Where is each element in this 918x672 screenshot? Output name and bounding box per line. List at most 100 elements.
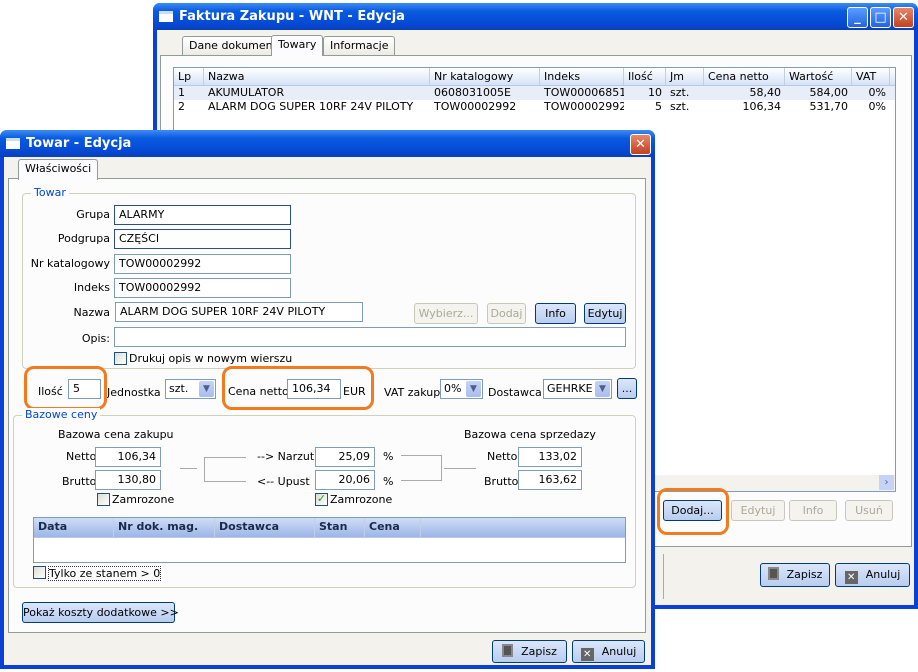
opis-label: Opis: [81,332,110,345]
zamrozone-narzut-label: Zamrozone [330,493,393,506]
table-cell: 58,40 [749,86,782,99]
faktura-titlebar[interactable]: Faktura Zakupu - WNT - Edycja _ □ ✕ [153,3,918,30]
podgrupa-field[interactable]: CZĘŚCI [114,229,291,249]
save-button[interactable]: Zapisz [492,640,567,663]
window-title: Faktura Zakupu - WNT - Edycja [179,9,405,24]
chevron-down-icon: ▼ [466,381,481,397]
table-row[interactable]: 2 ALARM DOG SUPER 10RF 24V PILOTY TOW00002… [174,100,895,114]
edit-item-button[interactable]: Edytuj [731,500,785,521]
tab-informacje[interactable]: Informacje [323,36,396,55]
cancel-button[interactable]: ✕ Anuluj [835,563,910,587]
upust-field[interactable]: 20,06 [315,470,375,490]
towar-titlebar[interactable]: Towar - Edycja ✕ [0,130,655,157]
nazwa-label: Nazwa [73,306,110,319]
table-row[interactable]: 1 AKUMULATOR 0608031005E TOW00006851 10 szt. 5… [174,86,895,100]
table-cell: szt. [670,86,690,99]
table-cell: 5 [655,100,662,113]
tab-wlasciwosci[interactable]: Właściwości [18,159,99,180]
table-cell: ALARM DOG SUPER 10RF 24V PILOTY [208,100,414,113]
column-header[interactable]: Data [34,518,114,537]
maximize-button[interactable]: □ [870,7,891,28]
dostawca-select[interactable]: GEHRKE G ▼ [543,379,612,399]
stock-grid[interactable]: Data Nr dok. mag. Dostawca Stan Cena [33,517,626,563]
tab-towary[interactable]: Towary [271,35,324,56]
jednostka-select[interactable]: szt. ▼ [165,379,216,399]
drukuj-label: Drukuj opis w nowym wierszu [129,352,293,365]
grid-header: Lp Nazwa Nr katalogowy Indeks Ilość Jm Cena ne… [174,68,895,86]
column-header[interactable]: Cena netto [704,68,785,85]
column-header[interactable]: Stan [315,518,365,537]
floppy-icon [502,644,514,657]
zamrozone-zakup-label: Zamrozone [112,493,175,506]
dostawca-label: Dostawca [488,386,542,399]
chevron-down-icon: ▼ [199,381,214,397]
towar-window: Towar - Edycja ✕ Właściwości Towar Grupa… [0,130,655,669]
column-header[interactable]: Nr katalogowy [430,68,540,85]
table-cell: 0% [868,86,886,99]
window-icon [6,138,20,149]
column-header[interactable]: Indeks [540,68,624,85]
jednostka-label: Jednostka [107,386,161,399]
narzut-field[interactable]: 25,09 [315,447,375,467]
upust-pct: % [383,475,394,488]
zamrozone-narzut-checkbox[interactable]: ✓ [315,493,328,506]
dodaj-button[interactable]: Dodaj [487,303,526,324]
table-cell: TOW00002992 [544,100,624,113]
floppy-icon [767,567,779,580]
column-header[interactable]: Jm [666,68,704,85]
highlight-add-button [657,488,729,535]
column-header[interactable]: Dostawca [215,518,315,537]
stock-grid-header: Data Nr dok. mag. Dostawca Stan Cena [34,518,625,538]
cancel-button[interactable]: ✕ Anuluj [572,640,645,663]
chevron-down-icon: ▼ [595,381,610,397]
sprz-brutto-field[interactable]: 163,62 [518,470,582,490]
narzut-label: --> Narzut [257,450,315,463]
scroll-right-button[interactable]: › [879,475,894,490]
column-header[interactable]: VAT [852,68,890,85]
sprzedaz-title: Bazowa cena sprzedazy [464,428,596,441]
table-cell: 2 [178,100,185,113]
indeks-field[interactable]: TOW00002992 [114,278,291,298]
zamrozone-zakup-checkbox[interactable] [97,493,110,506]
koszty-dodatkowe-button[interactable]: Pokaż koszty dodatkowe >> [22,602,179,623]
wybierz-button[interactable]: Wybierz... [414,303,478,324]
nrkat-field[interactable]: TOW00002992 [114,254,291,274]
cancel-icon: ✕ [844,571,858,584]
vat-select[interactable]: 0% ▼ [440,379,483,399]
window-title: Towar - Edycja [26,136,132,151]
close-button[interactable]: ✕ [893,7,914,28]
drukuj-checkbox[interactable] [114,352,127,365]
opis-field[interactable] [114,327,626,347]
column-header[interactable]: Wartość [785,68,852,85]
delete-item-button[interactable]: Usuń [845,500,893,521]
info-button[interactable]: Info [535,303,576,324]
table-cell: 584,00 [809,86,849,99]
table-cell: TOW00006851 [544,86,624,99]
vat-label: VAT zakup [384,386,441,399]
minimize-button[interactable]: _ [847,7,868,28]
grupa-field[interactable]: ALARMY [114,205,291,225]
dostawca-more-button[interactable]: ... [617,378,637,399]
upust-label: <-- Upust [257,475,310,488]
zakup-brutto-field[interactable]: 130,80 [95,470,161,490]
info-item-button[interactable]: Info [789,500,837,521]
zakup-title: Bazowa cena zakupu [58,428,174,441]
tylko-checkbox[interactable] [33,566,46,579]
indeks-label: Indeks [73,281,110,294]
sprz-brutto-label: Brutto [484,475,519,488]
edytuj-button[interactable]: Edytuj [584,303,626,324]
sprz-netto-field[interactable]: 133,02 [518,447,582,467]
column-header[interactable]: Nr dok. mag. [114,518,215,537]
zakup-netto-field[interactable]: 106,34 [95,447,161,467]
column-header[interactable]: Cena [365,518,421,537]
close-button[interactable]: ✕ [630,134,651,155]
save-button[interactable]: Zapisz [760,563,830,587]
table-cell: szt. [670,100,690,113]
column-header[interactable]: Lp [174,68,204,85]
window-icon [159,11,173,22]
highlight-ilosc [24,366,107,410]
column-header[interactable]: Nazwa [204,68,430,85]
nrkat-label: Nr katalogowy [30,257,110,270]
nazwa-field[interactable]: ALARM DOG SUPER 10RF 24V PILOTY [115,302,363,322]
column-header[interactable]: Ilość [624,68,666,85]
